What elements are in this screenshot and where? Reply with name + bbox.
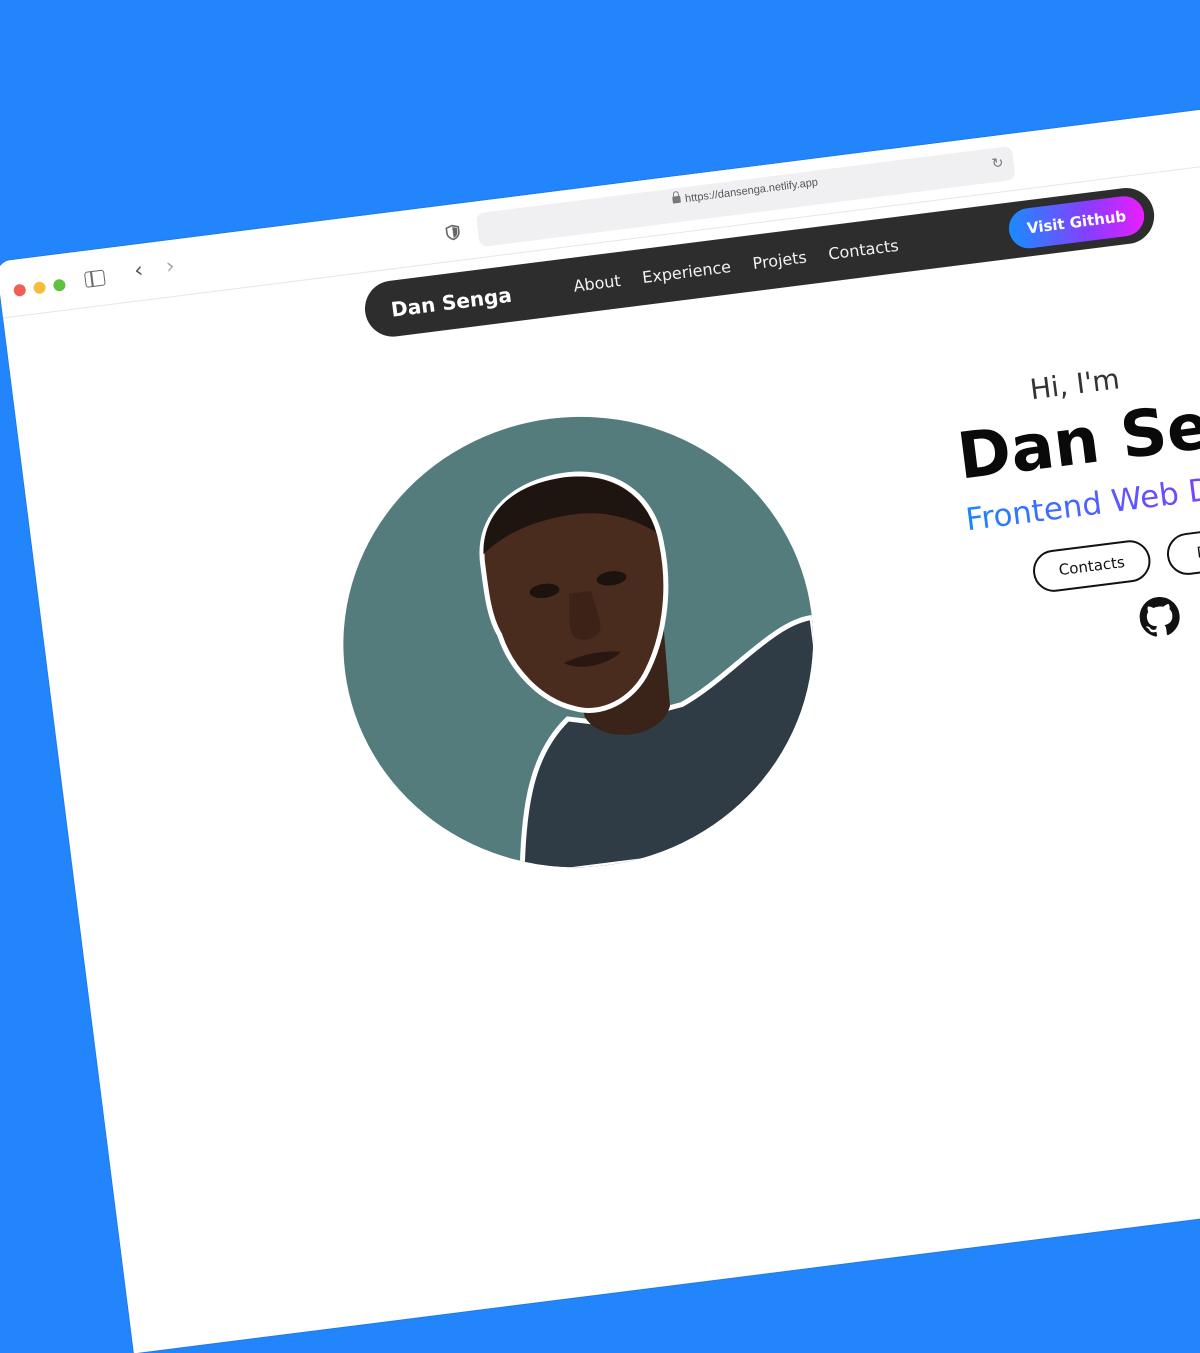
site-brand[interactable]: Dan Senga <box>390 283 513 322</box>
lock-icon <box>671 195 681 204</box>
nav-link-contacts[interactable]: Contacts <box>827 236 899 264</box>
hero-greeting: Hi, I'm <box>1028 362 1122 407</box>
minimize-window-button[interactable] <box>32 281 47 295</box>
download-button[interactable]: Do <box>1164 521 1200 578</box>
address-url: https://dansenga.netlify.app <box>684 176 819 206</box>
contacts-button[interactable]: Contacts <box>1030 537 1153 595</box>
nav-link-about[interactable]: About <box>572 271 621 296</box>
github-icon[interactable] <box>1137 595 1182 640</box>
profile-photo-illustration <box>479 471 840 879</box>
shield-icon[interactable] <box>445 224 461 242</box>
sidebar-toggle-icon[interactable] <box>83 269 106 288</box>
profile-photo <box>316 389 840 895</box>
nav-link-projets[interactable]: Projets <box>752 247 808 273</box>
forward-arrow-icon[interactable]: › <box>164 254 176 280</box>
tilted-stage: ‹ › https://dansenga.netlify.app ↻ Dan S… <box>0 86 1200 1353</box>
back-arrow-icon[interactable]: ‹ <box>133 258 145 284</box>
close-window-button[interactable] <box>13 283 27 297</box>
browser-window: ‹ › https://dansenga.netlify.app ↻ Dan S… <box>0 86 1200 1353</box>
nav-links: About Experience Projets Contacts <box>572 236 899 296</box>
maximize-window-button[interactable] <box>52 278 67 292</box>
nav-link-experience[interactable]: Experience <box>641 257 732 287</box>
reload-icon[interactable]: ↻ <box>991 155 1005 172</box>
visit-github-button[interactable]: Visit Github <box>1006 193 1147 251</box>
hero-section: Hi, I'm Dan Senga Frontend Web Developer… <box>949 331 1200 637</box>
